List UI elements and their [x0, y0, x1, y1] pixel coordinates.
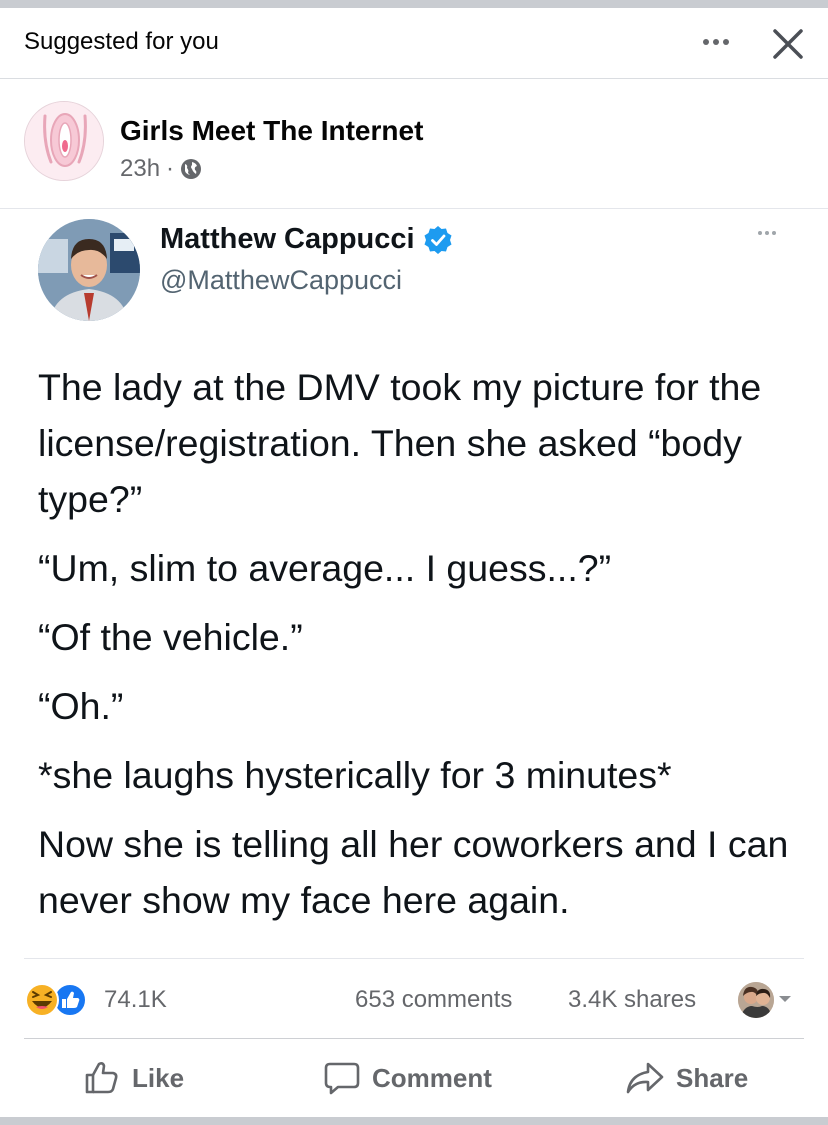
post-time[interactable]: 23h	[120, 155, 160, 183]
more-dot	[723, 39, 729, 45]
page-avatar[interactable]	[24, 101, 104, 181]
haha-icon	[25, 983, 59, 1017]
tweet-author-name: Matthew Cappucci	[160, 223, 415, 255]
like-label: Like	[132, 1062, 185, 1093]
close-button[interactable]	[766, 22, 810, 66]
tweet-paragraph: The lady at the DMV took my picture for …	[38, 366, 762, 520]
shares-count[interactable]: 3.4K shares	[568, 986, 696, 1014]
tweet-screenshot: Matthew Cappucci @MatthewCappucci The la…	[0, 209, 828, 959]
tweet-author-handle: @MatthewCappucci	[160, 265, 403, 295]
tweet-author-avatar	[38, 219, 140, 321]
divider	[24, 958, 804, 959]
meta-separator: ·	[166, 155, 175, 182]
engagement-stats: 74.1K 653 comments 3.4K shares	[0, 968, 828, 1032]
tweet-author-row: Matthew Cappucci	[160, 223, 453, 256]
more-dot	[703, 39, 709, 45]
chevron-down-icon[interactable]	[777, 994, 793, 1004]
more-dot	[771, 231, 776, 235]
tweet-text: The lady at the DMV took my picture for …	[38, 359, 798, 941]
viewer-photo	[738, 982, 774, 1018]
more-dot	[764, 231, 769, 235]
post-header: Girls Meet The Internet 23h ·	[0, 79, 828, 209]
more-dot	[713, 39, 719, 45]
more-dot	[757, 231, 762, 235]
tweet-paragraph: “Of the vehicle.”	[38, 616, 303, 658]
page-logo-icon	[25, 102, 103, 180]
page-name[interactable]: Girls Meet The Internet	[120, 115, 423, 147]
top-separator-bar	[0, 0, 828, 8]
share-button[interactable]: Share	[624, 1040, 748, 1116]
tweet-paragraph: “Oh.”	[38, 685, 124, 727]
divider	[24, 1038, 804, 1039]
close-icon	[773, 29, 803, 59]
reaction-summary[interactable]	[24, 982, 96, 1018]
post-actions: Like Comment Share	[0, 1040, 828, 1116]
comments-count[interactable]: 653 comments	[355, 986, 512, 1014]
more-options-button[interactable]	[694, 22, 738, 62]
share-icon	[626, 1062, 664, 1094]
share-label: Share	[676, 1062, 749, 1093]
viewer-avatar[interactable]	[738, 982, 774, 1018]
post-meta: 23h ·	[120, 155, 202, 183]
like-icon	[85, 1062, 118, 1094]
tweet-paragraph: Now she is telling all her coworkers and…	[38, 823, 789, 921]
comment-button[interactable]: Comment	[322, 1040, 492, 1116]
comment-label: Comment	[372, 1062, 492, 1093]
tweet-paragraph: “Um, slim to average... I guess...?”	[38, 547, 612, 589]
comment-icon	[324, 1062, 360, 1095]
suggested-header: Suggested for you	[0, 8, 828, 78]
bottom-separator-bar	[0, 1117, 828, 1125]
globe-icon	[181, 159, 202, 179]
reaction-icons	[25, 983, 87, 1017]
reaction-count[interactable]: 74.1K	[104, 986, 167, 1014]
author-photo	[38, 219, 140, 321]
tweet-more-icon	[756, 231, 777, 235]
like-button[interactable]: Like	[82, 1040, 184, 1116]
suggested-label: Suggested for you	[24, 28, 219, 55]
verified-badge-icon	[424, 225, 452, 254]
tweet-paragraph: *she laughs hysterically for 3 minutes*	[38, 754, 672, 796]
